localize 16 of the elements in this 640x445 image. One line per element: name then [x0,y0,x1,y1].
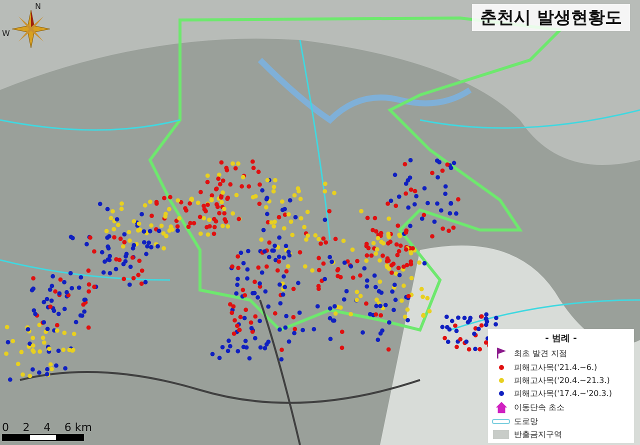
scale-tick-label: 6 km [64,421,92,434]
legend-label: 이동단속 초소 [514,402,565,413]
legend-label: 최초 발견 지점 [514,348,568,359]
legend-label: 피해고사목('21.4.~6.) [514,362,598,373]
map-title: 춘천시 발생현황도 [472,4,630,31]
legend-label: 피해고사목('20.4.~21.3.) [514,375,610,386]
legend-label: 반출금지구역 [514,429,562,440]
legend-label: 도로망 [514,416,538,427]
scale-tick-label: 2 [22,421,30,434]
compass-north-label: N [35,2,41,11]
legend-label: 피해고사목('17.4.~'20.3.) [514,388,612,399]
compass-west-label: W [2,29,10,38]
legend-heading: - 범례 - [544,333,578,345]
scale-tick-label: 0 [2,421,9,434]
scale-tick-label: 4 [44,421,51,434]
compass-rose-icon [10,8,52,50]
